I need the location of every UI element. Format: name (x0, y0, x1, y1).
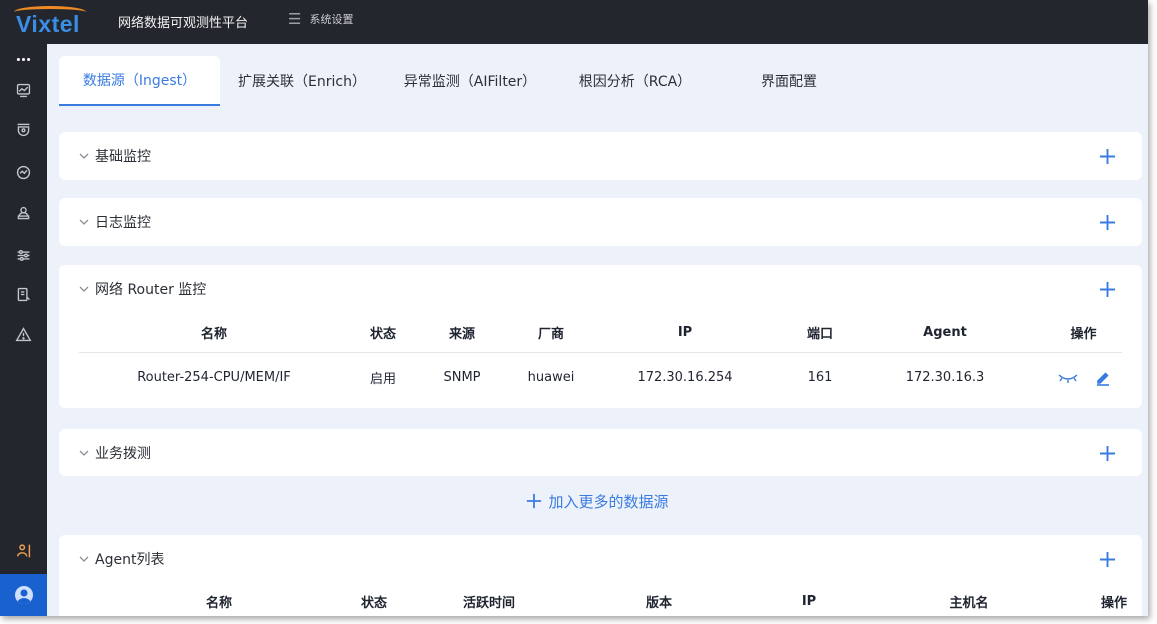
add-probe-button[interactable] (1096, 442, 1118, 464)
top-bar: Vixtel 网络数据可观测性平台 ☰ 系统设置 (0, 0, 1148, 44)
add-more-datasource-button[interactable]: 加入更多的数据源 (47, 488, 1148, 514)
cell-vendor: huawei (527, 370, 575, 385)
section-probe-header[interactable]: 业务拨测 (59, 429, 1142, 477)
plus-icon (1099, 281, 1115, 297)
add-more-label: 加入更多的数据源 (548, 492, 669, 511)
add-log-button[interactable] (1096, 211, 1118, 233)
add-basic-button[interactable] (1096, 145, 1118, 167)
add-router-button[interactable] (1096, 278, 1118, 300)
sidebar (0, 44, 47, 616)
edit-icon[interactable] (1095, 370, 1111, 386)
more-icon[interactable] (0, 44, 47, 74)
column-header: 主机名 (949, 595, 989, 611)
column-header: 操作 (1100, 595, 1127, 611)
plus-icon (1099, 445, 1115, 461)
section-title: 基础监控 (95, 149, 151, 165)
column-header: 端口 (806, 327, 833, 342)
column-header: 名称 (205, 595, 232, 611)
section-agent-list: Agent列表 名称 状态 活跃时间 版本 IP 主机名 操作 (59, 535, 1142, 616)
column-header: Agent (923, 325, 967, 340)
tab-ingest[interactable]: 数据源（Ingest） (59, 56, 220, 106)
column-header: 状态 (360, 595, 387, 611)
section-log-monitor: 日志监控 (59, 198, 1142, 246)
warning-icon[interactable] (0, 319, 47, 349)
add-agent-button[interactable] (1096, 548, 1118, 570)
user-stack-icon[interactable] (0, 198, 47, 228)
hamburger-menu-icon: ☰ (288, 10, 302, 28)
system-settings-label: 系统设置 (309, 13, 354, 26)
section-service-probe: 业务拨测 (59, 429, 1142, 476)
plus-icon (1099, 214, 1115, 230)
section-title: Agent列表 (95, 552, 165, 568)
plus-icon (527, 493, 542, 509)
column-header: 活跃时间 (462, 595, 515, 611)
cell-ip: 172.30.16.254 (637, 370, 733, 385)
shield-icon[interactable] (0, 114, 47, 144)
tab-ui-config[interactable]: 界面配置 (714, 56, 864, 106)
section-agent-header[interactable]: Agent列表 (59, 535, 1142, 583)
column-header: 状态 (369, 327, 396, 342)
cell-port: 161 (807, 370, 833, 385)
plus-icon (1099, 148, 1115, 164)
column-header: 版本 (645, 595, 672, 611)
chevron-down-icon (79, 150, 91, 162)
dashboard-icon[interactable] (0, 75, 47, 105)
section-basic-header[interactable]: 基础监控 (59, 132, 1142, 180)
avatar-icon (14, 586, 33, 604)
tab-bar: 数据源（Ingest） 扩展关联（Enrich） 异常监测（AIFilter） … (59, 56, 864, 106)
cell-source: SNMP (443, 370, 481, 385)
report-icon[interactable] (0, 279, 47, 309)
column-header: 操作 (1070, 327, 1097, 342)
eye-closed-icon[interactable] (1057, 372, 1079, 384)
chevron-down-icon (79, 553, 91, 565)
pulse-icon[interactable] (0, 157, 47, 187)
cell-status: 启用 (369, 372, 396, 387)
cell-agent: 172.30.16.3 (905, 370, 985, 385)
section-router-header[interactable]: 网络 Router 监控 (59, 265, 1142, 313)
column-header: 厂商 (537, 327, 564, 342)
router-table-header: 名称 状态 来源 厂商 IP 端口 Agent 操作 (79, 313, 1122, 353)
sliders-icon[interactable] (0, 240, 47, 270)
column-header: IP (677, 325, 693, 340)
chevron-down-icon (79, 447, 91, 459)
system-settings-menu[interactable]: ☰ 系统设置 (288, 10, 353, 28)
agent-table-header: 名称 状态 活跃时间 版本 IP 主机名 操作 (79, 581, 1127, 616)
app-window: Vixtel 网络数据可观测性平台 ☰ 系统设置 数据源（Ingest） 扩展关… (0, 0, 1148, 616)
chevron-down-icon (79, 283, 91, 295)
section-title: 业务拨测 (95, 446, 151, 462)
column-header: IP (801, 593, 817, 609)
main-content: 数据源（Ingest） 扩展关联（Enrich） 异常监测（AIFilter） … (47, 44, 1148, 616)
column-header: 名称 (200, 327, 227, 342)
tab-rca[interactable]: 根因分析（RCA） (556, 56, 714, 106)
plus-icon (1099, 551, 1115, 567)
section-title: 日志监控 (95, 215, 151, 231)
section-title: 网络 Router 监控 (95, 282, 207, 298)
avatar[interactable] (0, 574, 47, 616)
section-log-header[interactable]: 日志监控 (59, 198, 1142, 246)
cell-name: Router-254-CPU/MEM/IF (137, 370, 291, 385)
vixtel-logo: Vixtel (8, 5, 92, 43)
settings-active-icon[interactable] (0, 536, 47, 566)
tab-enrich[interactable]: 扩展关联（Enrich） (220, 56, 384, 106)
section-basic-monitor: 基础监控 (59, 132, 1142, 180)
table-row: Router-254-CPU/MEM/IF 启用 SNMP huawei 172… (79, 354, 1122, 401)
section-router-monitor: 网络 Router 监控 名称 状态 来源 厂商 IP 端口 Agent 操作 … (59, 265, 1142, 408)
tab-aifilter[interactable]: 异常监测（AIFilter） (384, 56, 556, 106)
cell-actions (1025, 354, 1142, 401)
column-header: 来源 (448, 327, 475, 342)
chevron-down-icon (79, 216, 91, 228)
platform-title: 网络数据可观测性平台 (118, 16, 249, 31)
